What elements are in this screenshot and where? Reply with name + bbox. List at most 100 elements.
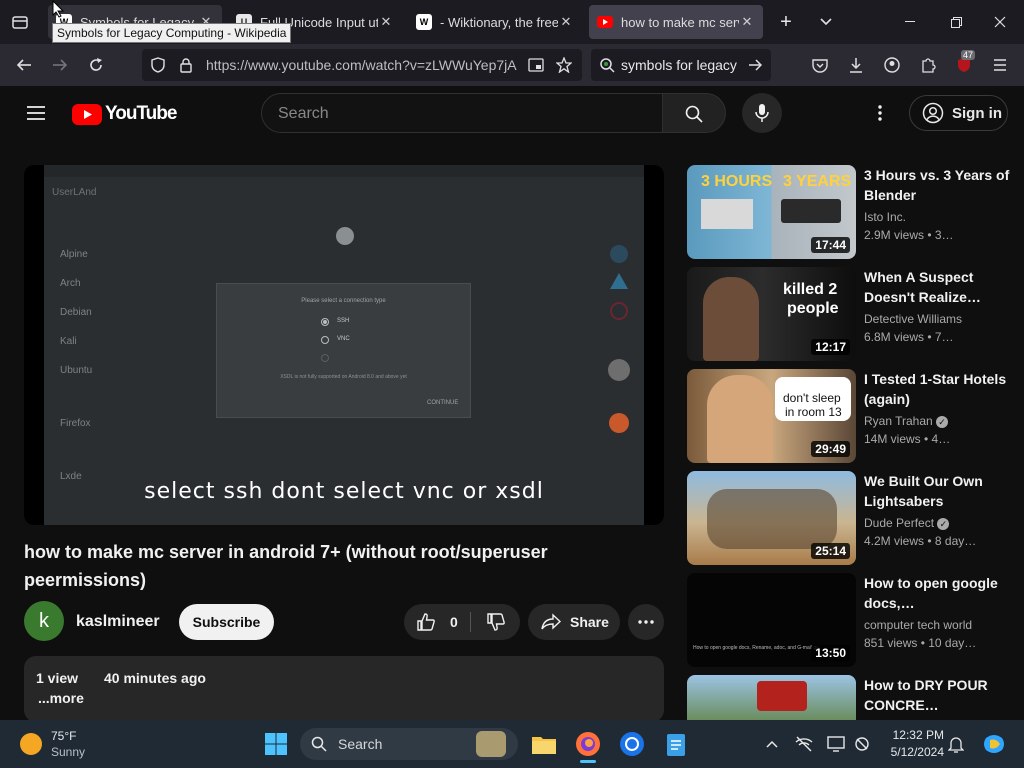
- rec-channel[interactable]: Dude Perfect ✓: [864, 516, 950, 530]
- lock-icon[interactable]: [176, 55, 196, 75]
- rec-title[interactable]: 3 Hours vs. 3 Years of Blender: [864, 165, 1014, 205]
- yt-search-button[interactable]: [662, 93, 726, 133]
- mouse-cursor-icon: [52, 0, 65, 23]
- debian-icon: [610, 302, 628, 320]
- radio-vnc: [321, 336, 329, 344]
- menu-hamburger-icon[interactable]: [988, 54, 1012, 76]
- recommendation-item[interactable]: How to DRY POUR CONCRE…: [687, 675, 1017, 720]
- video-thumbnail[interactable]: How to open google docs, Rename, adoc, a…: [687, 573, 856, 667]
- tab-overview-icon[interactable]: [8, 12, 32, 32]
- subscribe-button[interactable]: Subscribe: [179, 604, 274, 640]
- more-actions-button[interactable]: [628, 604, 664, 640]
- search-go-arrow-icon[interactable]: [745, 55, 765, 75]
- network-disconnected-icon[interactable]: [792, 730, 816, 758]
- picture-in-picture-icon[interactable]: [526, 55, 546, 75]
- video-thumbnail[interactable]: don't sleep in room 13 29:49: [687, 369, 856, 463]
- video-thumbnail[interactable]: 25:14: [687, 471, 856, 565]
- blocky-gun-image: [701, 199, 753, 229]
- share-button[interactable]: Share: [528, 604, 620, 640]
- url-text[interactable]: https://www.youtube.com/watch?v=zLWWuYep…: [206, 57, 521, 73]
- extensions-puzzle-icon[interactable]: [916, 54, 940, 76]
- search-engine-icon: [597, 55, 617, 75]
- weather-temp[interactable]: 75°F: [51, 729, 76, 743]
- tab-youtube-active[interactable]: how to make mc serve ✕: [589, 5, 763, 39]
- connection-type-dialog: Please select a connection type SSH VNC …: [216, 283, 471, 418]
- bookmark-star-icon[interactable]: [554, 55, 574, 75]
- voice-search-button[interactable]: [742, 93, 782, 133]
- downloads-icon[interactable]: [844, 54, 868, 76]
- duration-badge: 29:49: [811, 441, 850, 457]
- clock-time[interactable]: 12:32 PM: [884, 728, 944, 742]
- forward-arrow-icon[interactable]: [48, 54, 72, 76]
- distro-item: Arch: [60, 278, 81, 289]
- thumbs-up-icon: [417, 613, 435, 631]
- youtube-logo[interactable]: YouTube: [72, 102, 177, 126]
- display-icon[interactable]: [824, 730, 848, 758]
- list-tabs-chevron-icon[interactable]: [814, 12, 838, 32]
- taskbar-search[interactable]: Search: [300, 728, 518, 760]
- rec-title[interactable]: How to open google docs,…: [864, 573, 1014, 613]
- pocket-icon[interactable]: [808, 54, 832, 76]
- shield-icon[interactable]: [148, 55, 168, 75]
- dislike-button[interactable]: [472, 604, 520, 640]
- recommendation-item[interactable]: How to open google docs, Rename, adoc, a…: [687, 573, 1017, 669]
- show-hidden-icons-chevron-icon[interactable]: [760, 730, 784, 758]
- new-tab-icon[interactable]: +: [774, 11, 798, 33]
- recommendation-item[interactable]: don't sleep in room 13 29:49 I Tested 1-…: [687, 369, 1017, 465]
- yt-search-input[interactable]: Search: [261, 93, 663, 133]
- yt-guide-menu-icon[interactable]: [24, 101, 48, 125]
- rec-channel[interactable]: Detective Williams: [864, 312, 962, 326]
- address-bar[interactable]: https://www.youtube.com/watch?v=zLWWuYep…: [142, 49, 582, 81]
- notepad-taskbar-icon[interactable]: [662, 730, 690, 758]
- firefox-icon: [609, 413, 629, 433]
- restore-icon[interactable]: [944, 12, 968, 32]
- rec-channel[interactable]: Isto Inc.: [864, 210, 906, 224]
- video-thumbnail[interactable]: killed 2 people 12:17: [687, 267, 856, 361]
- ublock-extension-icon[interactable]: 47: [952, 50, 976, 76]
- recommendation-item[interactable]: killed 2 people 12:17 When A Suspect Doe…: [687, 267, 1017, 363]
- firefox-taskbar-icon[interactable]: [574, 730, 602, 758]
- chrome-taskbar-icon[interactable]: [618, 730, 646, 758]
- windows-start-icon[interactable]: [262, 730, 290, 758]
- video-thumbnail[interactable]: 3 HOURS 3 YEARS 17:44: [687, 165, 856, 259]
- channel-avatar[interactable]: k: [24, 601, 64, 641]
- account-icon[interactable]: [880, 54, 904, 76]
- recommendation-item[interactable]: 3 HOURS 3 YEARS 17:44 3 Hours vs. 3 Year…: [687, 165, 1017, 261]
- back-arrow-icon[interactable]: [12, 54, 36, 76]
- distro-item: Debian: [60, 307, 92, 318]
- weather-desc[interactable]: Sunny: [51, 745, 85, 759]
- settings-sync-icon[interactable]: [850, 730, 874, 758]
- search-bar-text[interactable]: symbols for legacy c: [621, 57, 741, 73]
- rec-title[interactable]: We Built Our Own Lightsabers: [864, 471, 1014, 511]
- sign-in-button[interactable]: Sign in: [909, 95, 1008, 131]
- close-tab-icon[interactable]: ✕: [378, 14, 394, 30]
- sun-weather-icon[interactable]: [20, 733, 42, 755]
- video-thumbnail[interactable]: [687, 675, 856, 720]
- more-options-vertical-icon[interactable]: [870, 101, 890, 125]
- close-window-icon[interactable]: [988, 12, 1012, 32]
- recommendation-item[interactable]: 25:14 We Built Our Own Lightsabers Dude …: [687, 471, 1017, 567]
- copilot-icon[interactable]: [980, 730, 1008, 758]
- rec-title[interactable]: When A Suspect Doesn't Realize…: [864, 267, 1014, 307]
- arch-icon: [610, 273, 628, 289]
- rec-title[interactable]: How to DRY POUR CONCRE…: [864, 675, 1014, 715]
- like-button[interactable]: 0: [404, 604, 470, 640]
- channel-name[interactable]: kaslmineer: [76, 613, 160, 631]
- rec-meta: 4.2M views • 8 day…: [864, 534, 977, 548]
- rec-title[interactable]: I Tested 1-Star Hotels (again): [864, 369, 1014, 409]
- extension-badge: 47: [961, 50, 976, 60]
- minimize-icon[interactable]: [898, 12, 922, 32]
- close-tab-icon[interactable]: ✕: [739, 14, 755, 30]
- clock-date[interactable]: 5/12/2024: [884, 745, 944, 759]
- tab-wiktionary[interactable]: W - Wiktionary, the free ✕: [408, 5, 582, 39]
- rec-channel[interactable]: computer tech world: [864, 618, 972, 632]
- search-bar[interactable]: symbols for legacy c: [591, 49, 771, 81]
- notification-bell-icon[interactable]: [944, 730, 968, 758]
- description-box[interactable]: 1 view 40 minutes ago ...more: [24, 656, 664, 722]
- video-player[interactable]: UserLAnd Alpine Arch Debian Kali Ubuntu …: [24, 165, 664, 525]
- rec-channel[interactable]: Ryan Trahan ✓: [864, 414, 949, 428]
- reload-icon[interactable]: [84, 54, 108, 76]
- more-link[interactable]: ...more: [38, 690, 84, 706]
- close-tab-icon[interactable]: ✕: [558, 14, 574, 30]
- file-explorer-icon[interactable]: [530, 730, 558, 758]
